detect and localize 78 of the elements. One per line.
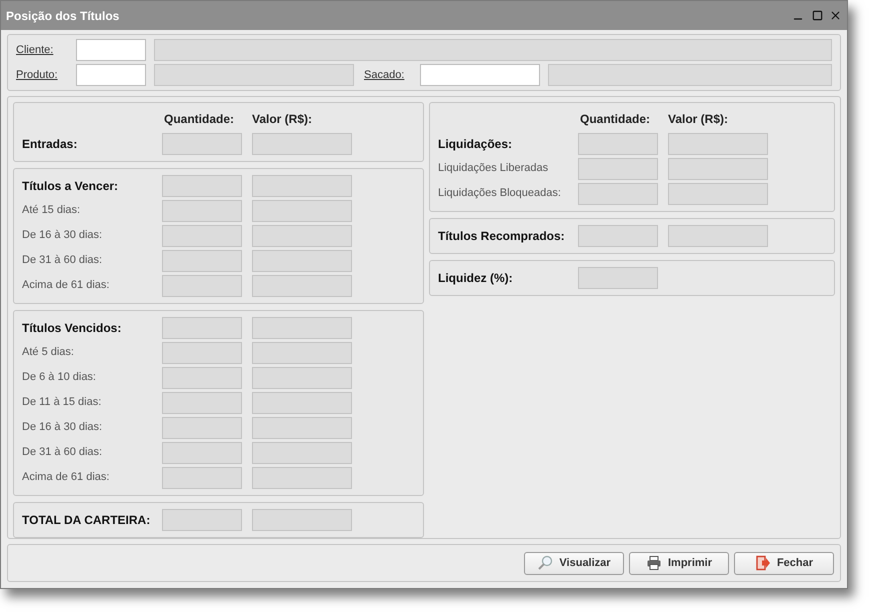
printer-icon xyxy=(646,555,662,571)
row-label: Entradas: xyxy=(22,136,78,152)
row-label: Acima de 61 dias: xyxy=(22,470,110,486)
description-field[interactable] xyxy=(548,64,832,86)
row-label: TOTAL DA CARTEIRA: xyxy=(22,512,152,528)
row-label: De 11 à 15 dias: xyxy=(22,395,102,410)
quantity-field[interactable] xyxy=(578,266,658,288)
row-label: De 16 à 30 dias: xyxy=(22,228,104,244)
maximize-icon[interactable] xyxy=(812,10,823,21)
quantity-field[interactable] xyxy=(578,158,658,180)
quantity-field[interactable] xyxy=(578,132,658,154)
value-field[interactable] xyxy=(252,366,352,388)
value-field[interactable] xyxy=(252,132,352,154)
quantity-field[interactable] xyxy=(162,392,242,414)
value-field[interactable] xyxy=(252,224,352,246)
quantity-field[interactable] xyxy=(578,224,658,246)
value-field[interactable] xyxy=(668,132,768,154)
quantity-field[interactable] xyxy=(162,224,242,246)
value-field[interactable] xyxy=(252,442,352,464)
quantity-field[interactable] xyxy=(162,316,242,338)
row-label: De 31 à 60 dias: xyxy=(22,445,104,460)
code-input[interactable] xyxy=(420,64,540,86)
code-input[interactable] xyxy=(76,39,146,61)
exit-door-icon xyxy=(754,555,771,571)
row-label: Liquidações: xyxy=(438,136,514,152)
description-field[interactable] xyxy=(154,39,832,61)
row-label: Liquidações Liberadas xyxy=(438,161,550,176)
row-label: Acima de 61 dias: xyxy=(22,278,110,294)
value-field[interactable] xyxy=(252,508,352,530)
window-title: Posição dos Títulos xyxy=(6,8,120,24)
quantity-field[interactable] xyxy=(162,466,242,488)
value-field[interactable] xyxy=(252,250,352,272)
quantity-field[interactable] xyxy=(162,342,242,364)
value-field[interactable] xyxy=(252,392,352,414)
quantity-field[interactable] xyxy=(162,250,242,272)
quantity-field[interactable] xyxy=(162,366,242,388)
quantity-field[interactable] xyxy=(162,442,242,464)
value-field[interactable] xyxy=(252,174,352,196)
value-field[interactable] xyxy=(668,182,768,204)
column-header: Quantidade: xyxy=(579,111,652,128)
quantity-field[interactable] xyxy=(162,274,242,296)
filter-label: Produto: xyxy=(16,68,59,83)
row-label: Liquidez (%): xyxy=(438,270,514,286)
quantity-field[interactable] xyxy=(162,200,242,222)
quantity-field[interactable] xyxy=(162,132,242,154)
description-field[interactable] xyxy=(154,64,354,86)
row-label: Títulos a Vencer: xyxy=(22,178,120,194)
quantity-field[interactable] xyxy=(162,174,242,196)
value-field[interactable] xyxy=(252,316,352,338)
value-field[interactable] xyxy=(668,158,768,180)
value-field[interactable] xyxy=(252,200,352,222)
row-label: De 31 à 60 dias: xyxy=(22,253,104,268)
row-label: Liquidações Bloqueadas: xyxy=(438,186,562,202)
value-field[interactable] xyxy=(252,466,352,488)
row-label: Títulos Recomprados: xyxy=(438,228,566,244)
row-label: De 6 à 10 dias: xyxy=(22,370,97,386)
row-label: Títulos Vencidos: xyxy=(22,320,122,336)
value-field[interactable] xyxy=(252,416,352,438)
code-input[interactable] xyxy=(76,64,146,86)
filter-label: Sacado: xyxy=(364,68,406,83)
value-field[interactable] xyxy=(668,224,768,246)
action-button[interactable]: Fechar xyxy=(734,552,834,574)
quantity-field[interactable] xyxy=(162,416,242,438)
value-field[interactable] xyxy=(252,274,352,296)
row-label: Até 15 dias: xyxy=(22,203,82,218)
filter-label: Cliente: xyxy=(16,42,54,58)
close-icon[interactable] xyxy=(829,9,842,22)
column-header: Valor (R$): xyxy=(252,111,314,128)
value-field[interactable] xyxy=(252,342,352,364)
quantity-field[interactable] xyxy=(162,508,242,530)
magnifier-icon xyxy=(537,555,554,571)
quantity-field[interactable] xyxy=(578,182,658,204)
column-header: Valor (R$): xyxy=(668,111,730,128)
row-label: Até 5 dias: xyxy=(22,345,75,360)
action-button[interactable]: Imprimir xyxy=(629,552,729,574)
action-button[interactable]: Visualizar xyxy=(524,552,624,574)
row-label: De 16 à 30 dias: xyxy=(22,420,104,436)
column-header: Quantidade: xyxy=(163,111,236,128)
